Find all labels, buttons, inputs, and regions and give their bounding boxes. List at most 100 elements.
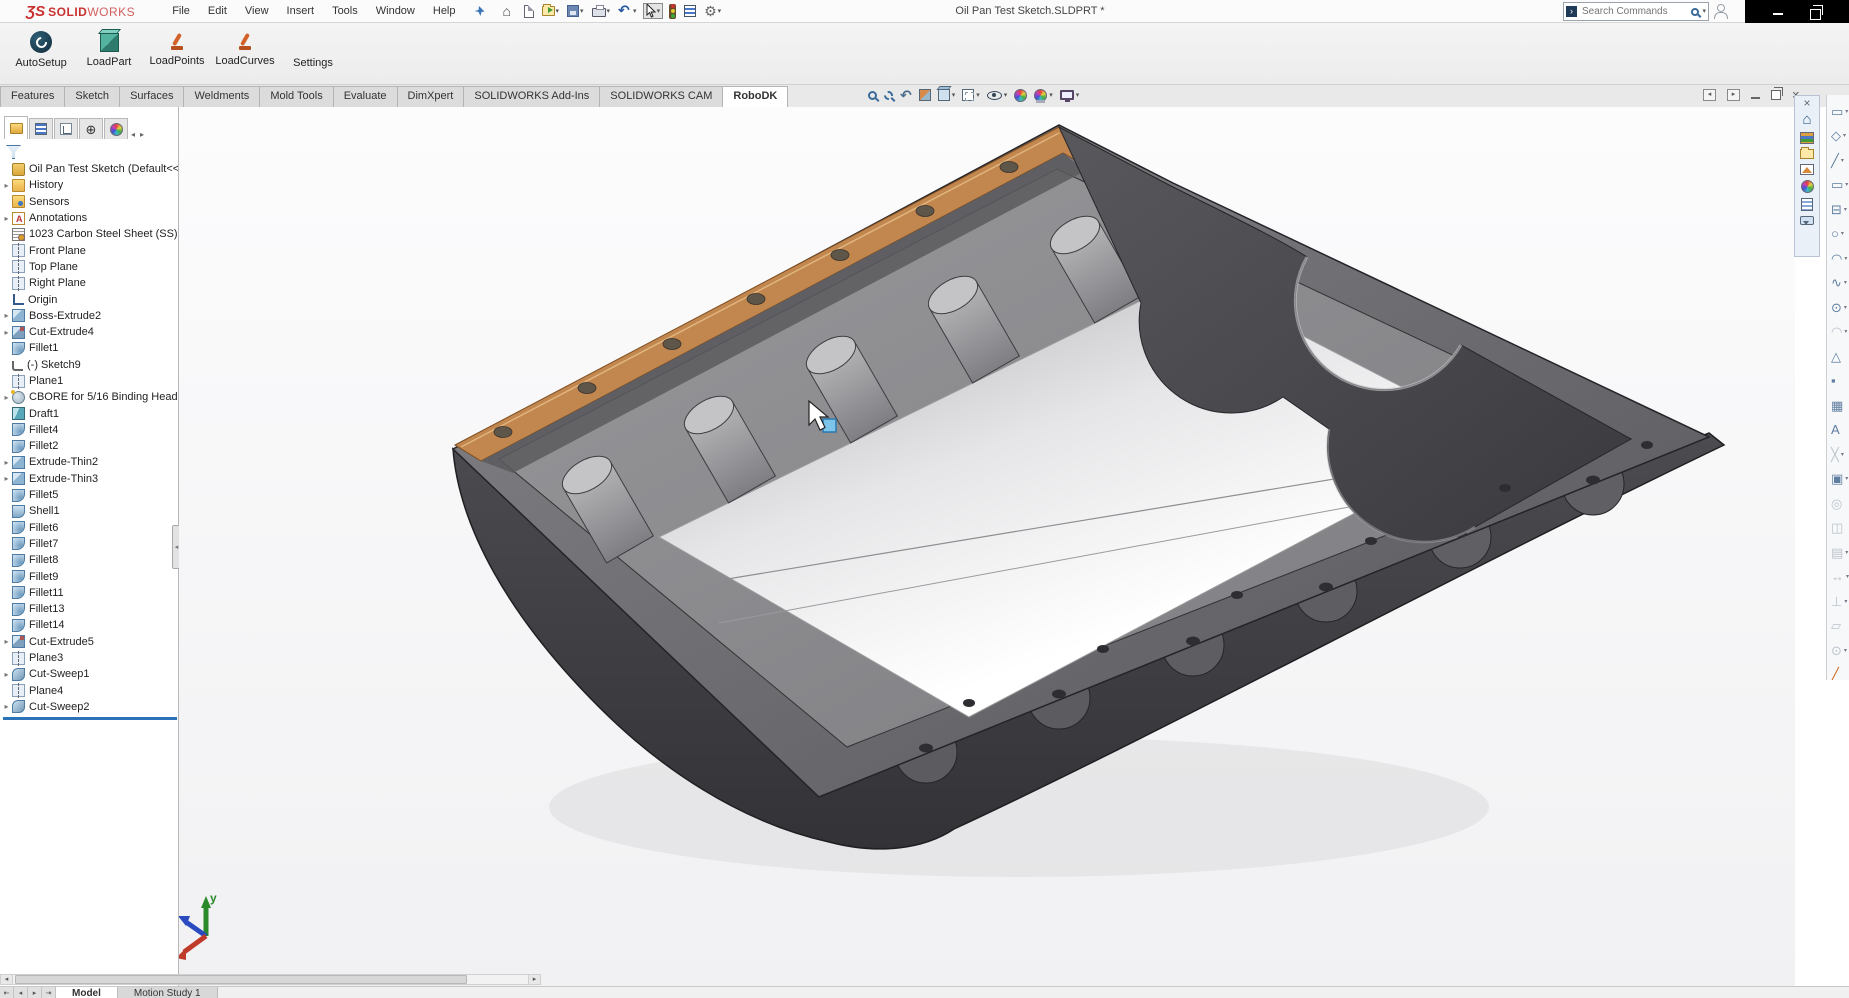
scrollbar-thumb[interactable] [15, 975, 467, 984]
print-dropdown[interactable]: ▾ [607, 8, 611, 15]
tree-item[interactable]: ▸ Origin [2, 291, 178, 307]
display-style-dropdown[interactable]: ▾ [976, 92, 980, 99]
sketch-tool-button[interactable]: ▪ ▾ [1831, 369, 1836, 394]
tree-item[interactable]: ▸ Fillet13 [2, 601, 178, 617]
apply-scene-button[interactable]: ▾ [1034, 89, 1053, 102]
command-tab[interactable]: Mold Tools [259, 86, 333, 107]
sketch-tool-button[interactable]: ▣ ▾ [1831, 467, 1848, 492]
sketch-tool-button[interactable]: ○ ▾ [1831, 222, 1844, 247]
command-tab[interactable]: SOLIDWORKS CAM [599, 86, 723, 107]
expand-arrow-icon[interactable]: ▸ [2, 311, 11, 320]
sketch-tool-dropdown[interactable]: ▾ [1844, 279, 1847, 286]
search-input[interactable] [1580, 5, 1688, 18]
ribbon-tool-button[interactable]: Settings [282, 31, 344, 69]
apply-scene-dropdown[interactable]: ▾ [1049, 92, 1053, 99]
tree-item[interactable]: ▸ 1023 Carbon Steel Sheet (SS) [2, 226, 178, 242]
sketch-tool-button[interactable]: ⊟ ▾ [1831, 197, 1847, 222]
previous-view-button[interactable]: ↶ [900, 88, 912, 102]
tab-display-manager[interactable] [104, 118, 128, 139]
expand-arrow-icon[interactable]: ▸ [2, 393, 11, 402]
sketch-tool-dropdown[interactable]: ▾ [1841, 157, 1844, 164]
command-tab[interactable]: Weldments [183, 86, 260, 107]
tree-item[interactable]: ▸ Cut-Sweep1 [2, 666, 178, 682]
sketch-tool-button[interactable]: ╱ ▾ [1831, 148, 1844, 173]
scrollbar-track[interactable] [467, 975, 528, 984]
tree-root-item[interactable]: Oil Pan Test Sketch (Default<<Default>_ [2, 161, 178, 177]
panel-tabs-right-arrow[interactable]: ▸ [138, 130, 146, 139]
command-tab[interactable]: Sketch [64, 86, 120, 107]
sketch-tool-button[interactable]: △ ▾ [1831, 344, 1841, 369]
sketch-tool-dropdown[interactable]: ▾ [1844, 647, 1847, 654]
view-palette-icon[interactable] [1800, 164, 1814, 175]
study-tab[interactable]: Motion Study 1 [118, 987, 218, 998]
window-minimize-button[interactable] [1773, 13, 1783, 15]
tree-item[interactable]: ▸ Fillet11 [2, 585, 178, 601]
save-button[interactable]: ▾ [565, 4, 586, 18]
sketch-tool-button[interactable]: ⊙ ▾ [1831, 295, 1847, 320]
home-icon[interactable]: ⌂ [1802, 113, 1811, 127]
expand-arrow-icon[interactable]: ▸ [2, 474, 11, 483]
tree-item[interactable]: ▸ Plane1 [2, 373, 178, 389]
sketch-tool-dropdown[interactable]: ▾ [1841, 230, 1844, 237]
sketch-tool-button[interactable]: ◠ ▾ [1831, 320, 1847, 345]
tree-item[interactable]: ▸ (-) Sketch9 [2, 357, 178, 373]
next-tab-button[interactable]: ▸ [28, 987, 42, 998]
edit-appearance-button[interactable] [1014, 89, 1027, 102]
ribbon-tool-button[interactable]: LoadCurves [214, 31, 276, 69]
menu-item[interactable]: Window [367, 2, 424, 20]
sketch-tool-dropdown[interactable]: ▾ [1841, 451, 1844, 458]
filter-funnel-icon[interactable] [6, 145, 21, 159]
selection-point[interactable] [823, 419, 836, 432]
scroll-right-button[interactable]: ▸ [528, 975, 540, 984]
save-dropdown[interactable]: ▾ [580, 8, 584, 15]
sketch-tool-button[interactable]: ╱ ▾ [1831, 663, 1839, 681]
zoom-to-area-button[interactable] [884, 91, 893, 100]
view-settings-button[interactable]: ▾ [1060, 90, 1080, 100]
tree-item[interactable]: ▸ Fillet6 [2, 520, 178, 536]
command-tab[interactable]: SOLIDWORKS Add-Ins [463, 86, 600, 107]
task-pane-close-icon[interactable]: × [1803, 98, 1810, 108]
sketch-tool-button[interactable]: ⊥ ▾ [1831, 589, 1847, 614]
sketch-tool-dropdown[interactable]: ▾ [1844, 328, 1847, 335]
forum-icon[interactable] [1800, 216, 1814, 225]
options-list-button[interactable] [682, 4, 698, 18]
print-button[interactable]: ▾ [590, 4, 613, 18]
menu-item[interactable]: Help [424, 2, 465, 20]
rollback-bar[interactable] [3, 717, 177, 720]
tree-item[interactable]: ▸ Extrude-Thin2 [2, 454, 178, 470]
tree-item[interactable]: ▸ Fillet4 [2, 422, 178, 438]
tree-item[interactable]: ▸ Annotations [2, 210, 178, 226]
tab-property-manager[interactable] [29, 118, 53, 139]
command-tab[interactable]: RoboDK [722, 86, 788, 107]
menu-item[interactable]: Insert [278, 2, 324, 20]
graphics-viewport[interactable]: y z x [179, 107, 1795, 986]
hide-show-dropdown[interactable]: ▾ [1004, 92, 1008, 99]
menu-item[interactable]: File [163, 2, 199, 20]
sketch-tool-dropdown[interactable]: ▾ [1844, 304, 1847, 311]
tree-item[interactable]: ▸ Draft1 [2, 405, 178, 421]
ribbon-tool-button[interactable]: AutoSetup [10, 31, 72, 69]
tree-item[interactable]: ▸ Fillet7 [2, 536, 178, 552]
sketch-tool-dropdown[interactable]: ▾ [1844, 206, 1847, 213]
sketch-tool-button[interactable]: ▭ ▾ [1831, 99, 1848, 124]
tree-item[interactable]: ▸ Extrude-Thin3 [2, 471, 178, 487]
command-tab[interactable]: Evaluate [333, 86, 398, 107]
expand-arrow-icon[interactable]: ▸ [2, 637, 11, 646]
sketch-tool-dropdown[interactable]: ▾ [1843, 132, 1846, 139]
expand-arrow-icon[interactable]: ▸ [2, 328, 11, 337]
document-restore-button[interactable] [1771, 90, 1781, 100]
tree-item[interactable]: ▸ Front Plane [2, 242, 178, 258]
tree-item[interactable]: ▸ Fillet2 [2, 438, 178, 454]
dock-left-icon[interactable]: ◂ [1703, 89, 1716, 101]
options-dropdown[interactable]: ▾ [718, 8, 722, 15]
search-icon[interactable] [1691, 8, 1699, 16]
tree-item[interactable]: ▸ History [2, 177, 178, 193]
tree-item[interactable]: ▸ CBORE for 5/16 Binding Head Machi [2, 389, 178, 405]
ribbon-tool-button[interactable]: LoadPoints [146, 31, 208, 69]
tree-item[interactable]: ▸ Shell1 [2, 503, 178, 519]
sketch-tool-button[interactable]: ∿ ▾ [1831, 271, 1847, 296]
display-style-button[interactable]: ▾ [962, 89, 980, 101]
scroll-left-button[interactable]: ◂ [1, 975, 13, 984]
tab-dimxpert-manager[interactable]: ⊕ [79, 118, 103, 139]
tree-item[interactable]: ▸ Top Plane [2, 259, 178, 275]
